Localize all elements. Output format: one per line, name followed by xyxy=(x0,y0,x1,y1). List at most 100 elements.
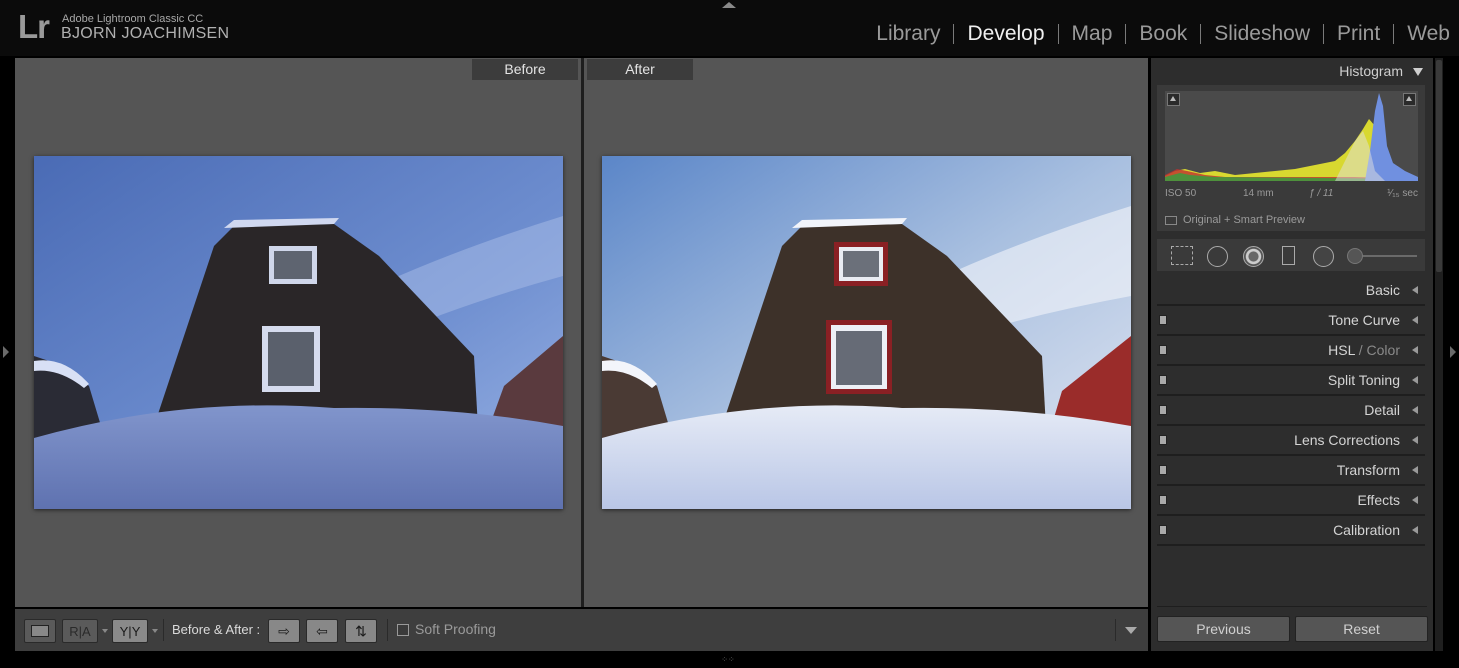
histogram-title: Histogram xyxy=(1339,63,1403,79)
module-library[interactable]: Library xyxy=(863,22,953,46)
exif-focal-length: 14 mm xyxy=(1243,188,1274,199)
swap-icon: ⇅ xyxy=(355,622,367,639)
toolbar-separator xyxy=(1115,619,1116,641)
panel-effects[interactable]: Effects xyxy=(1157,486,1425,516)
panel-label: Split Toning xyxy=(1327,372,1400,388)
app-name: Adobe Lightroom Classic CC xyxy=(62,13,204,25)
panel-switch[interactable] xyxy=(1159,345,1167,355)
chevron-down-icon[interactable] xyxy=(152,629,158,633)
histogram-header[interactable]: Histogram xyxy=(1151,58,1433,84)
arrow-left-icon: ⇦ xyxy=(316,622,328,639)
left-panel-toggle-icon[interactable] xyxy=(3,346,9,358)
red-eye-icon[interactable] xyxy=(1243,246,1264,267)
panel-label-color[interactable]: Color xyxy=(1367,342,1400,358)
after-photo[interactable] xyxy=(602,156,1131,509)
soft-proofing-label[interactable]: Soft Proofing xyxy=(415,621,496,637)
exif-iso: ISO 50 xyxy=(1165,188,1197,199)
panel-expand-icon[interactable] xyxy=(1412,526,1418,534)
top-bar: Lr Adobe Lightroom Classic CC BJORN JOAC… xyxy=(0,0,1459,56)
chevron-down-icon[interactable] xyxy=(102,629,108,633)
before-after-label: Before & After : xyxy=(172,622,261,637)
lightroom-logo: Lr xyxy=(18,8,50,45)
panel-bottom-buttons: Previous Reset xyxy=(1157,606,1428,642)
toolbar-separator xyxy=(387,619,388,641)
panel-lens-corrections[interactable]: Lens Corrections xyxy=(1157,426,1425,456)
filmstrip-toggle-icon[interactable]: ⁘⁘ xyxy=(720,656,736,664)
module-print[interactable]: Print xyxy=(1324,22,1393,46)
panel-split-toning[interactable]: Split Toning xyxy=(1157,366,1425,396)
panel-label: Lens Corrections xyxy=(1294,432,1400,448)
panel-switch[interactable] xyxy=(1159,495,1167,505)
panel-label: Effects xyxy=(1357,492,1400,508)
panel-transform[interactable]: Transform xyxy=(1157,456,1425,486)
panel-collapse-icon[interactable] xyxy=(1413,68,1423,76)
right-panel: Histogram ISO 50 14 mm ƒ / 11 ¹⁄₁₅ sec O… xyxy=(1151,58,1433,651)
module-web[interactable]: Web xyxy=(1394,22,1450,46)
exif-aperture: ƒ / 11 xyxy=(1309,188,1334,199)
before-label: Before xyxy=(472,59,578,80)
module-develop[interactable]: Develop xyxy=(954,22,1057,46)
after-pane: After xyxy=(584,58,1148,607)
panel-switch[interactable] xyxy=(1159,375,1167,385)
panel-detail[interactable]: Detail xyxy=(1157,396,1425,426)
panel-expand-icon[interactable] xyxy=(1412,406,1418,414)
panel-switch[interactable] xyxy=(1159,525,1167,535)
highlight-clipping-button[interactable] xyxy=(1403,93,1416,106)
histogram-graph[interactable] xyxy=(1165,91,1418,181)
panel-tone-curve[interactable]: Tone Curve xyxy=(1157,306,1425,336)
before-after-view: Before After xyxy=(15,58,1148,607)
right-panel-toggle-icon[interactable] xyxy=(1450,346,1456,358)
swap-before-after-button[interactable]: ⇅ xyxy=(345,619,377,643)
copy-before-to-after-button[interactable]: ⇨ xyxy=(268,619,300,643)
adjustment-brush-icon[interactable] xyxy=(1347,248,1363,264)
crop-tool-icon[interactable] xyxy=(1171,246,1193,265)
panel-expand-icon[interactable] xyxy=(1412,376,1418,384)
spot-removal-icon[interactable] xyxy=(1207,246,1228,267)
before-photo[interactable] xyxy=(34,156,563,509)
exif-info: ISO 50 14 mm ƒ / 11 ¹⁄₁₅ sec xyxy=(1165,188,1418,202)
panel-switch[interactable] xyxy=(1159,315,1167,325)
panel-switch[interactable] xyxy=(1159,465,1167,475)
panel-expand-icon[interactable] xyxy=(1412,286,1418,294)
panel-expand-icon[interactable] xyxy=(1412,436,1418,444)
before-pane: Before xyxy=(15,58,581,607)
copy-after-to-before-button[interactable]: ⇦ xyxy=(306,619,338,643)
soft-proofing-checkbox[interactable] xyxy=(397,624,409,636)
loupe-icon xyxy=(31,625,49,637)
preview-status[interactable]: Original + Smart Preview xyxy=(1165,214,1305,226)
panel-calibration[interactable]: Calibration xyxy=(1157,516,1425,546)
before-after-split-button[interactable]: Y|Y xyxy=(112,619,148,643)
graduated-filter-icon[interactable] xyxy=(1282,246,1295,265)
module-picker: Library Develop Map Book Slideshow Print… xyxy=(863,22,1450,46)
panel-label-hsl[interactable]: HSL xyxy=(1328,342,1355,358)
panel-label: Basic xyxy=(1365,282,1400,298)
panel-scrollbar-thumb[interactable] xyxy=(1436,60,1442,272)
panel-basic[interactable]: Basic xyxy=(1157,276,1425,306)
panel-expand-icon[interactable] xyxy=(1412,466,1418,474)
before-after-left-right-button[interactable]: R|A xyxy=(62,619,98,643)
histogram-panel: ISO 50 14 mm ƒ / 11 ¹⁄₁₅ sec Original + … xyxy=(1157,85,1425,231)
panel-label: Transform xyxy=(1336,462,1400,478)
after-label: After xyxy=(587,59,693,80)
panel-hsl-color[interactable]: HSL / Color xyxy=(1157,336,1425,366)
preview-status-label: Original + Smart Preview xyxy=(1183,214,1305,226)
panel-expand-icon[interactable] xyxy=(1412,346,1418,354)
shadow-clipping-button[interactable] xyxy=(1167,93,1180,106)
top-panel-toggle-icon[interactable] xyxy=(722,2,736,8)
panel-label: HSL / Color xyxy=(1328,342,1400,358)
exif-shutter-speed: ¹⁄₁₅ sec xyxy=(1387,188,1418,199)
toolbar-separator xyxy=(163,619,164,641)
smart-preview-icon xyxy=(1165,215,1177,225)
module-slideshow[interactable]: Slideshow xyxy=(1201,22,1323,46)
panel-expand-icon[interactable] xyxy=(1412,496,1418,504)
reset-button[interactable]: Reset xyxy=(1295,616,1428,642)
panel-switch[interactable] xyxy=(1159,435,1167,445)
toolbar-menu-icon[interactable] xyxy=(1125,627,1137,634)
radial-filter-icon[interactable] xyxy=(1313,246,1334,267)
module-map[interactable]: Map xyxy=(1059,22,1126,46)
previous-button[interactable]: Previous xyxy=(1157,616,1290,642)
panel-switch[interactable] xyxy=(1159,405,1167,415)
loupe-view-button[interactable] xyxy=(24,619,56,643)
module-book[interactable]: Book xyxy=(1126,22,1200,46)
panel-expand-icon[interactable] xyxy=(1412,316,1418,324)
